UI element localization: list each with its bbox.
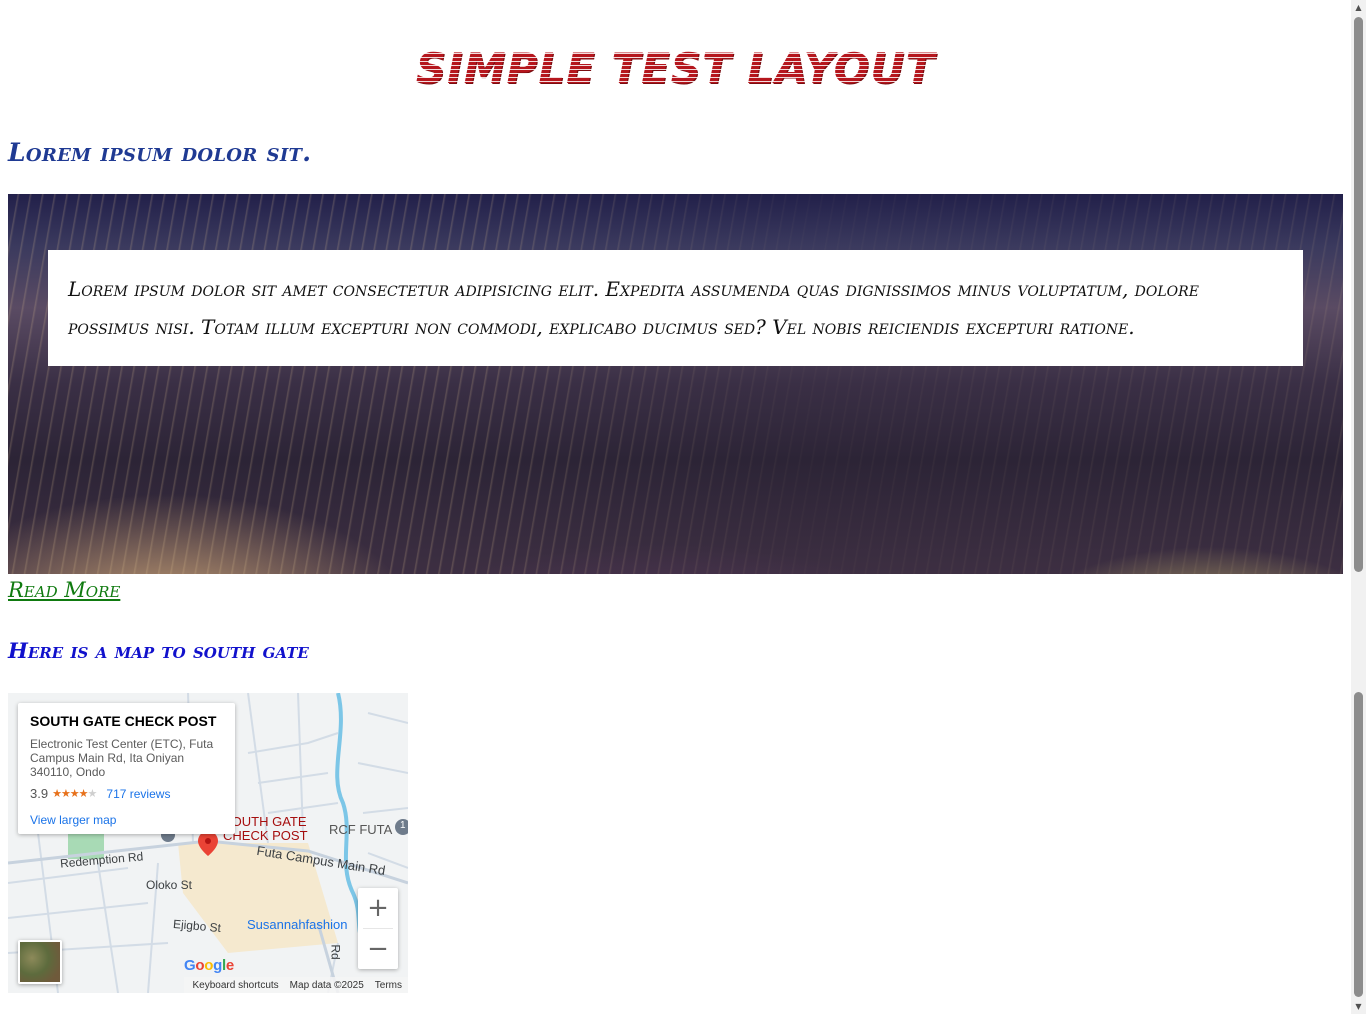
zoom-control: + −: [358, 888, 398, 969]
plus-icon: +: [367, 893, 389, 923]
logo-letter: o: [195, 957, 205, 974]
hero-banner: Lorem ipsum dolor sit amet consectetur a…: [8, 194, 1343, 574]
keyboard-shortcuts-link[interactable]: Keyboard shortcuts: [193, 980, 279, 991]
page: SIMPLE TEST LAYOUT Lorem ipsum dolor sit…: [0, 0, 1351, 1014]
minus-icon: −: [367, 934, 389, 964]
logo-letter: o: [204, 957, 214, 974]
scroll-thumb[interactable]: [1354, 17, 1363, 572]
reviews-link[interactable]: 717 reviews: [106, 787, 170, 801]
place-name: SOUTH GATE CHECK POST: [30, 713, 217, 729]
empty-star: ★: [87, 788, 98, 800]
place-address: Electronic Test Center (ETC), Futa Campu…: [30, 737, 214, 779]
map-label-susannah[interactable]: Susannahfashion: [247, 917, 347, 932]
map-badge: 1: [400, 820, 406, 831]
place-info-card: SOUTH GATE CHECK POST Electronic Test Ce…: [18, 703, 235, 834]
triangle-up-icon[interactable]: ▲: [1351, 0, 1366, 15]
zoom-in-button[interactable]: +: [358, 888, 398, 928]
filled-stars: ★★★★: [52, 788, 88, 800]
google-logo: Google: [184, 957, 234, 974]
view-larger-map-link[interactable]: View larger map: [30, 813, 223, 827]
embedded-map[interactable]: SOUTH GATE CHECK POST RCF FUTA 1 Redempt…: [8, 693, 408, 993]
map-label-rcf: RCF FUTA: [329, 822, 393, 837]
marker-label-line1: SOUTH GATE: [223, 814, 307, 829]
vertical-scrollbar[interactable]: ▲ ▼: [1351, 0, 1366, 1014]
logo-letter: g: [213, 957, 222, 974]
scroll-thumb-lower[interactable]: [1354, 692, 1363, 997]
rating-row: 3.9 ★★★★★ 717 reviews: [30, 786, 223, 801]
map-heading: Here is a map to south gate: [8, 638, 309, 663]
triangle-down-icon[interactable]: ▼: [1351, 999, 1366, 1014]
star-rating-icon: ★★★★★: [52, 787, 98, 800]
hero-paragraph: Lorem ipsum dolor sit amet consectetur a…: [68, 277, 1199, 339]
terms-link[interactable]: Terms: [375, 980, 402, 991]
map-data-text: Map data ©2025: [289, 979, 364, 991]
logo-letter: e: [225, 957, 234, 974]
logo-letter: G: [184, 957, 196, 974]
map-label-oloko: Oloko St: [146, 878, 193, 892]
map-footer: Keyboard shortcuts Map data ©2025 Terms: [184, 977, 408, 993]
section-subheading: Lorem ipsum dolor sit.: [8, 138, 312, 167]
site-title: SIMPLE TEST LAYOUT: [415, 44, 936, 93]
marker-label-line2: CHECK POST: [223, 828, 308, 843]
satellite-toggle-button[interactable]: [18, 940, 62, 984]
rating-value: 3.9: [30, 786, 49, 801]
hero-text-card: Lorem ipsum dolor sit amet consectetur a…: [48, 250, 1303, 366]
map-label-rd: Rd: [328, 944, 343, 960]
zoom-out-button[interactable]: −: [358, 929, 398, 969]
read-more-link[interactable]: Read More: [8, 578, 120, 602]
